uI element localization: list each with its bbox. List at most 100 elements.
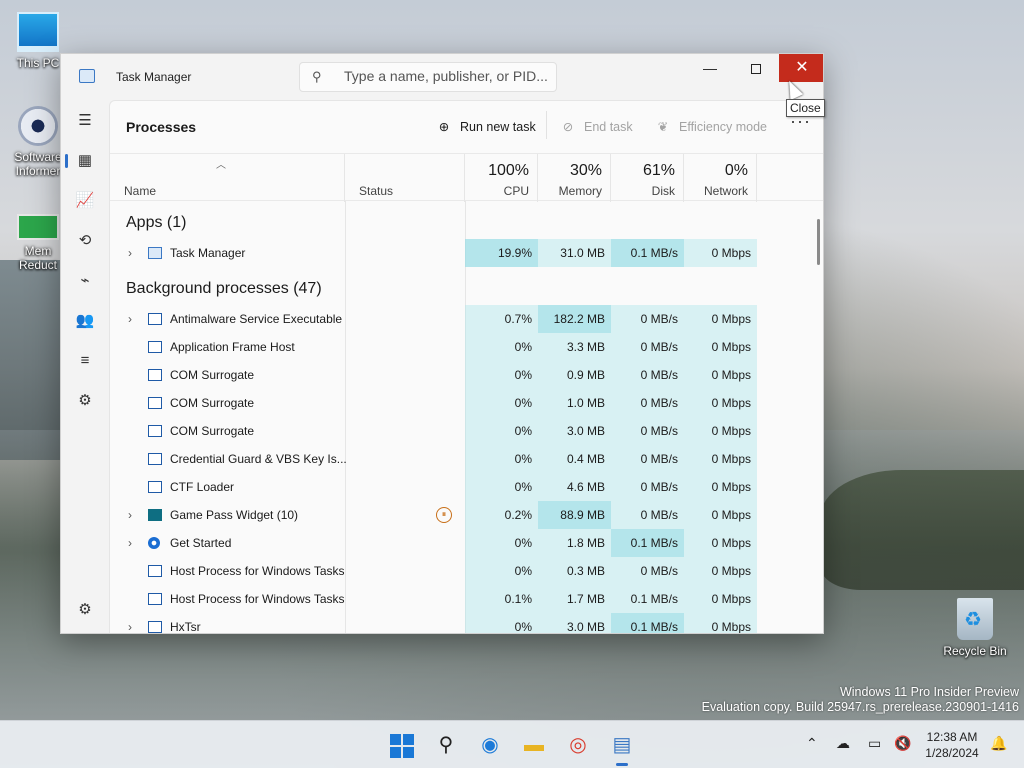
search-taskbar-icon[interactable]: ⚲	[430, 729, 462, 761]
efficiency-mode-button[interactable]: ❦ Efficiency mode	[655, 119, 767, 134]
table-row[interactable]: CTF Loader 0% 4.6 MB 0 MB/s 0 Mbps	[110, 473, 816, 501]
table-row[interactable]: COM Surrogate 0% 0.9 MB 0 MB/s 0 Mbps	[110, 361, 816, 389]
section-background-processes: Background processes (47)	[126, 280, 322, 297]
table-row[interactable]: › Antimalware Service Executable 0.7% 18…	[110, 305, 816, 333]
process-name: COM Surrogate	[170, 424, 255, 438]
onedrive-offline-icon[interactable]: ☁	[836, 735, 850, 752]
column-disk[interactable]: 61% Disk	[611, 154, 684, 202]
disk-cell: 0 MB/s	[611, 501, 684, 529]
chevron-right-icon[interactable]: ›	[128, 529, 132, 557]
maximize-button[interactable]	[733, 54, 779, 82]
column-header: ︿ Name Status 100% CPU 30% Memory 61% Di…	[110, 153, 823, 202]
desktop-icon-label: Software Informer	[14, 150, 62, 178]
process-window-icon	[148, 593, 162, 605]
vertical-scrollbar[interactable]	[817, 219, 820, 265]
monitor-icon	[17, 12, 59, 52]
processes-page: Processes ⊕ Run new task ⊘ End task ❦ Effic…	[109, 100, 823, 633]
app-history-icon[interactable]: ⟲	[71, 227, 99, 255]
process-name: COM Surrogate	[170, 368, 255, 382]
search-icon: ⚲	[312, 69, 322, 84]
section-apps: Apps (1)	[126, 214, 187, 231]
table-row[interactable]: Host Process for Windows Tasks 0.1% 1.7 …	[110, 585, 816, 613]
windows-logo-icon	[390, 733, 414, 758]
column-status[interactable]: Status	[345, 154, 465, 202]
start-button[interactable]	[386, 729, 418, 761]
table-row[interactable]: COM Surrogate 0% 3.0 MB 0 MB/s 0 Mbps	[110, 417, 816, 445]
table-row[interactable]: Credential Guard & VBS Key Is... 0% 0.4 …	[110, 445, 816, 473]
suspended-icon: ⏸	[436, 507, 452, 523]
memory-cell: 3.0 MB	[538, 417, 611, 445]
search-input[interactable]	[344, 68, 549, 84]
edge-preview-icon[interactable]: ◉	[474, 729, 506, 761]
process-name: Get Started	[170, 536, 232, 550]
memory-cell: 3.3 MB	[538, 333, 611, 361]
cpu-cell: 0.1%	[465, 585, 538, 613]
chevron-right-icon[interactable]: ›	[128, 501, 132, 529]
process-window-icon	[148, 621, 162, 633]
desktop-icon-label: Mem Reduct	[18, 244, 58, 272]
clock-date: 1/28/2024	[925, 746, 979, 760]
minimize-button[interactable]: —	[687, 54, 733, 82]
watermark-line-1: Windows 11 Pro Insider Preview	[839, 685, 1019, 699]
disk-cell: 0 MB/s	[611, 417, 684, 445]
run-new-task-button[interactable]: ⊕ Run new task	[436, 119, 536, 134]
file-explorer-icon[interactable]: ▬	[518, 729, 550, 761]
process-name: COM Surrogate	[170, 396, 255, 410]
network-icon[interactable]: ▭	[868, 735, 881, 752]
network-cell: 0 Mbps	[684, 417, 757, 445]
startup-apps-icon[interactable]: ⌁	[71, 267, 99, 295]
desktop-icon-label: This PC	[16, 56, 60, 70]
close-button[interactable]: ✕	[779, 54, 823, 82]
disk-cell: 0 MB/s	[611, 473, 684, 501]
system-clock[interactable]: 12:38 AM 1/28/2024	[920, 729, 984, 761]
chevron-right-icon[interactable]: ›	[128, 305, 132, 333]
column-memory[interactable]: 30% Memory	[538, 154, 611, 202]
tray-overflow-chevron-icon[interactable]: ⌃	[806, 735, 818, 752]
column-network[interactable]: 0% Network	[684, 154, 757, 202]
settings-icon[interactable]: ⚙	[71, 596, 99, 624]
desktop-icon-recycle-bin[interactable]: Recycle Bin	[942, 598, 1008, 658]
cpu-cell: 0%	[465, 333, 538, 361]
disk-cell: 0 MB/s	[611, 361, 684, 389]
process-name: Host Process for Windows Tasks	[170, 592, 345, 606]
network-cell: 0 Mbps	[684, 501, 757, 529]
title-bar[interactable]: Task Manager ⚲ — ✕	[61, 54, 823, 100]
users-icon[interactable]: 👥	[71, 307, 99, 335]
table-row[interactable]: › Game Pass Widget (10) ⏸ 0.2% 88.9 MB 0…	[110, 501, 816, 529]
command-separator	[546, 111, 547, 139]
end-task-button[interactable]: ⊘ End task	[560, 119, 633, 134]
processes-icon[interactable]: ▦	[65, 147, 99, 175]
process-window-icon	[148, 341, 162, 353]
table-row[interactable]: COM Surrogate 0% 1.0 MB 0 MB/s 0 Mbps	[110, 389, 816, 417]
desktop-icon-mem-reduct[interactable]: Mem Reduct	[8, 206, 68, 272]
desktop-icon-this-pc[interactable]: This PC	[8, 12, 68, 70]
column-name[interactable]: ︿ Name	[110, 154, 345, 202]
chrome-icon[interactable]: ◎	[562, 729, 594, 761]
table-row[interactable]: › HxTsr 0% 3.0 MB 0.1 MB/s 0 Mbps	[110, 613, 816, 633]
column-cpu[interactable]: 100% CPU	[465, 154, 538, 202]
desktop-icon-software-informer[interactable]: Software Informer	[8, 106, 68, 178]
hamburger-menu-icon[interactable]: ☰	[71, 107, 99, 135]
task-manager-taskbar-icon[interactable]: ▤	[606, 729, 638, 766]
process-window-icon	[148, 565, 162, 577]
end-task-icon: ⊘	[562, 120, 574, 134]
search-box[interactable]: ⚲	[299, 62, 557, 92]
network-cell: 0 Mbps	[684, 613, 757, 633]
services-icon[interactable]: ⚙	[71, 387, 99, 415]
column-name-label: Name	[124, 184, 157, 198]
volume-muted-icon[interactable]: 🔇	[894, 735, 911, 752]
notification-bell-icon[interactable]: 🔔	[990, 735, 1007, 752]
chevron-right-icon[interactable]: ›	[128, 613, 132, 633]
process-list: Apps (1) › Task Manager 19.9% 31.0 MB 0.…	[110, 201, 823, 633]
table-row[interactable]: Application Frame Host 0% 3.3 MB 0 MB/s …	[110, 333, 816, 361]
sidebar-nav: ☰ ▦ 📈 ⟲ ⌁ 👥 ≡ ⚙ ⚙	[61, 100, 109, 633]
column-disk-label: Disk	[651, 184, 675, 198]
performance-icon[interactable]: 📈	[71, 187, 99, 215]
table-row[interactable]: › Get Started 0% 1.8 MB 0.1 MB/s 0 Mbps	[110, 529, 816, 557]
network-cell: 0 Mbps	[684, 585, 757, 613]
table-row[interactable]: Host Process for Windows Tasks 0% 0.3 MB…	[110, 557, 816, 585]
details-icon[interactable]: ≡	[71, 347, 99, 375]
table-row[interactable]: › Task Manager 19.9% 31.0 MB 0.1 MB/s 0 …	[110, 239, 816, 267]
process-name: Game Pass Widget (10)	[170, 508, 299, 522]
chevron-right-icon[interactable]: ›	[128, 239, 132, 267]
